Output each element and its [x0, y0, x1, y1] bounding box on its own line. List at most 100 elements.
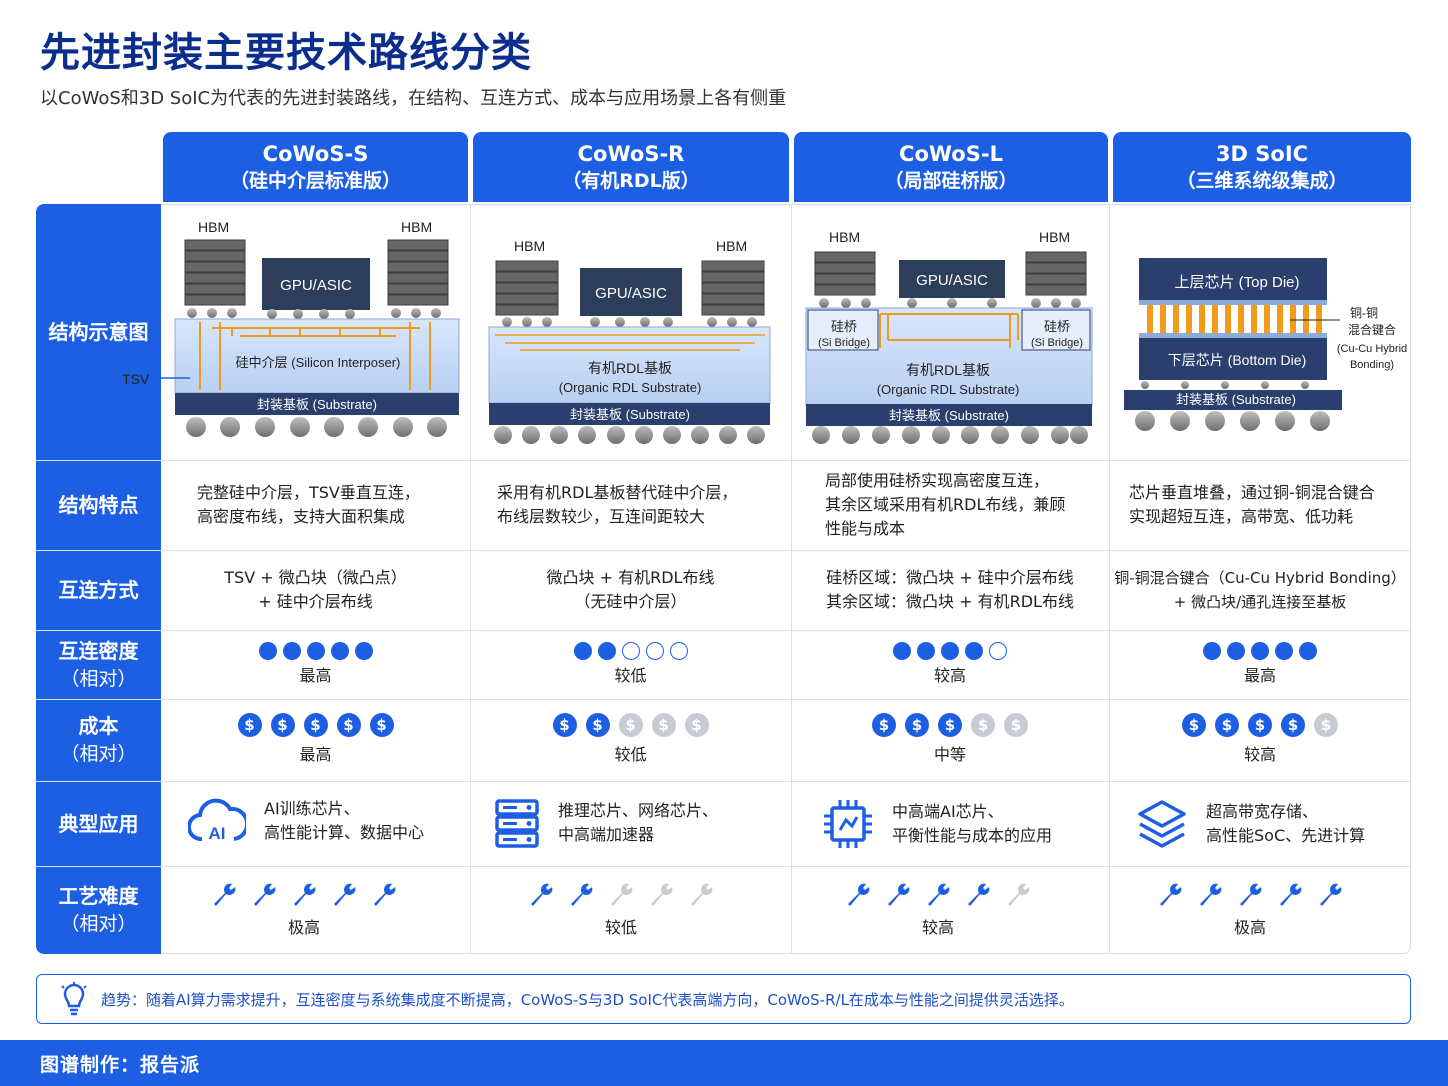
wrench-grey-icon: [611, 883, 633, 906]
svg-text:封装基板 (Substrate): 封装基板 (Substrate): [570, 407, 690, 422]
svg-text:Bonding): Bonding): [1350, 359, 1394, 371]
svg-text:有机RDL基板: 有机RDL基板: [588, 360, 672, 376]
cowos-l-apps: 中高端AI芯片、 平衡性能与成本的应用: [822, 798, 1052, 850]
cowos-l-cost: $ $ $ $ $ 中等: [791, 699, 1109, 781]
density-dot-filled: [258, 641, 277, 660]
wrench-icon: [254, 883, 276, 906]
wrench-icon: [928, 883, 950, 906]
cowos-s-interconnect: TSV + 微凸块（微凸点） + 硅中介层布线: [224, 568, 407, 611]
dollar-coin-icon: $: [1281, 713, 1305, 737]
cowos-l-density: 较高: [791, 630, 1109, 699]
lightbulb-icon: [61, 982, 87, 1016]
density-dot-empty: [621, 641, 640, 660]
dollar-coin-icon: $: [369, 713, 394, 737]
row-label-cost: 成本 （相对）: [60, 714, 137, 765]
cowos-r-density: 较低: [470, 630, 791, 699]
wrench-icon: [571, 883, 593, 906]
svg-text:HBM: HBM: [716, 238, 747, 254]
dollar-coin-icon: $: [872, 713, 896, 737]
density-dot-empty: [989, 641, 1007, 660]
svg-text:上层芯片 (Top Die): 上层芯片 (Top Die): [1174, 274, 1299, 291]
cowos-r-features: 采用有机RDL基板替代硅中介层， 布线层数较少，互连间距较大: [497, 483, 738, 526]
wrench-icon: [374, 883, 396, 906]
svg-text:封装基板 (Substrate): 封装基板 (Substrate): [1176, 392, 1296, 407]
soic-density: 最高: [1109, 630, 1411, 699]
dollar-coin-icon: $: [303, 713, 328, 737]
svg-text:混合键合: 混合键合: [1348, 322, 1396, 337]
ai-cloud-icon: AI: [188, 798, 246, 843]
density-dot-filled: [893, 641, 911, 660]
wrench-icon: [848, 883, 870, 906]
density-dot-empty: [645, 641, 664, 660]
svg-text:AI: AI: [209, 824, 226, 843]
cowos-l-interconnect: 硅桥区域：微凸块 + 硅中介层布线 其余区域：微凸块 + 有机RDL布线: [826, 568, 1074, 611]
svg-text:(Organic RDL Substrate): (Organic RDL Substrate): [877, 382, 1020, 397]
soic-apps: 超高带宽存储、 高性能SoC、先进计算: [1136, 798, 1365, 850]
svg-text:硅桥: 硅桥: [831, 319, 857, 334]
dollar-coin-grey-icon: $: [1004, 713, 1028, 737]
svg-text:下层芯片 (Bottom Die): 下层芯片 (Bottom Die): [1168, 352, 1306, 368]
wrench-grey-icon: [651, 883, 673, 906]
row-label-features: 结构特点: [58, 493, 139, 517]
density-dot-filled: [965, 641, 983, 660]
row-divider: [36, 781, 1411, 782]
cowos-r-diagram: HBM HBM GPU/ASIC 有机RDL基板 (Organic RDL Su…: [488, 238, 771, 444]
cowos-s-density: 最高: [161, 630, 470, 699]
density-dot-filled: [354, 641, 373, 660]
wrench-icon: [1320, 883, 1342, 906]
cowos-r-interconnect: 微凸块 + 有机RDL布线 （无硅中介层）: [546, 568, 715, 611]
dollar-coin-grey-icon: $: [651, 713, 676, 737]
cowos-l-diagram: HBM HBM GPU/ASIC 硅桥 (Si Bridge) 硅桥 (Si B…: [805, 229, 1093, 444]
row-label-difficulty: 工艺难度 （相对）: [58, 884, 139, 935]
density-dot-empty: [669, 641, 688, 660]
dollar-coin-grey-icon: $: [971, 713, 995, 737]
svg-text:HBM: HBM: [829, 229, 860, 245]
footer-credit: 图谱制作：报告派: [0, 1040, 1448, 1086]
cowos-r-apps: 推理芯片、网络芯片、 中高端加速器: [494, 798, 718, 848]
soic-interconnect: 铜-铜混合键合（Cu-Cu Hybrid Bonding） + 微凸块/通孔连接至…: [1114, 569, 1406, 611]
svg-text:HBM: HBM: [514, 238, 545, 254]
svg-text:封装基板 (Substrate): 封装基板 (Substrate): [889, 408, 1009, 423]
svg-text:有机RDL基板: 有机RDL基板: [906, 362, 990, 378]
cowos-s-features: 完整硅中介层，TSV垂直互连， 高密度布线，支持大面积集成: [197, 483, 420, 526]
wrench-grey-icon: [1008, 883, 1030, 906]
dollar-coin-icon: $: [336, 713, 361, 737]
soic-cost: $ $ $ $ $ 较高: [1109, 699, 1411, 781]
wrench-icon: [531, 883, 553, 906]
svg-text:TSV: TSV: [122, 371, 150, 387]
trend-text: 趋势：随着AI算力需求提升，互连密度与系统集成度不断提高，CoWoS-S与3D …: [101, 990, 1074, 1009]
wrench-icon: [968, 883, 990, 906]
cowos-s-difficulty: 极高: [161, 866, 447, 954]
density-dot-filled: [573, 641, 592, 660]
svg-text:GPU/ASIC: GPU/ASIC: [280, 277, 352, 294]
svg-text:封装基板 (Substrate): 封装基板 (Substrate): [257, 397, 377, 412]
wrench-icon: [334, 883, 356, 906]
cowos-r-difficulty: 较低: [461, 866, 781, 954]
cowos-l-features: 局部使用硅桥实现高密度互连， 其余区域采用有机RDL布线，兼顾 性能与成本: [825, 471, 1066, 538]
svg-text:HBM: HBM: [401, 219, 432, 235]
density-dot-filled: [1251, 641, 1269, 660]
dollar-coin-icon: $: [1215, 713, 1239, 737]
svg-text:GPU/ASIC: GPU/ASIC: [916, 272, 988, 289]
svg-text:硅中介层 (Silicon Interposer): 硅中介层 (Silicon Interposer): [236, 355, 401, 370]
density-dot-filled: [1299, 641, 1317, 660]
dollar-coin-icon: $: [585, 713, 610, 737]
svg-text:(Cu-Cu Hybrid: (Cu-Cu Hybrid: [1337, 343, 1407, 355]
structure-diagrams: HBM HBM GPU/ASIC 硅中介层 (Silicon Interpose…: [122, 219, 1407, 444]
cowos-s-cost: $ $ $ $ $ 最高: [161, 699, 470, 781]
row-label-apps: 典型应用: [58, 811, 139, 836]
density-dot-filled: [917, 641, 935, 660]
dollar-coin-icon: $: [1248, 713, 1272, 737]
density-dot-filled: [1227, 641, 1245, 660]
dollar-coin-icon: $: [1182, 713, 1206, 737]
wrench-icon: [888, 883, 910, 906]
dollar-coin-grey-icon: $: [1314, 713, 1338, 737]
svg-text:硅桥: 硅桥: [1044, 319, 1070, 334]
soic-diagram: 上层芯片 (Top Die) 下层芯片 (Bottom Die) 封装基板 (S…: [1124, 258, 1407, 431]
dollar-coin-icon: $: [237, 713, 262, 737]
density-dot-filled: [282, 641, 301, 660]
svg-text:(Organic RDL Substrate): (Organic RDL Substrate): [559, 380, 702, 395]
wrench-icon: [1240, 883, 1262, 906]
svg-text:GPU/ASIC: GPU/ASIC: [595, 285, 667, 302]
soic-difficulty: 极高: [1100, 866, 1400, 954]
